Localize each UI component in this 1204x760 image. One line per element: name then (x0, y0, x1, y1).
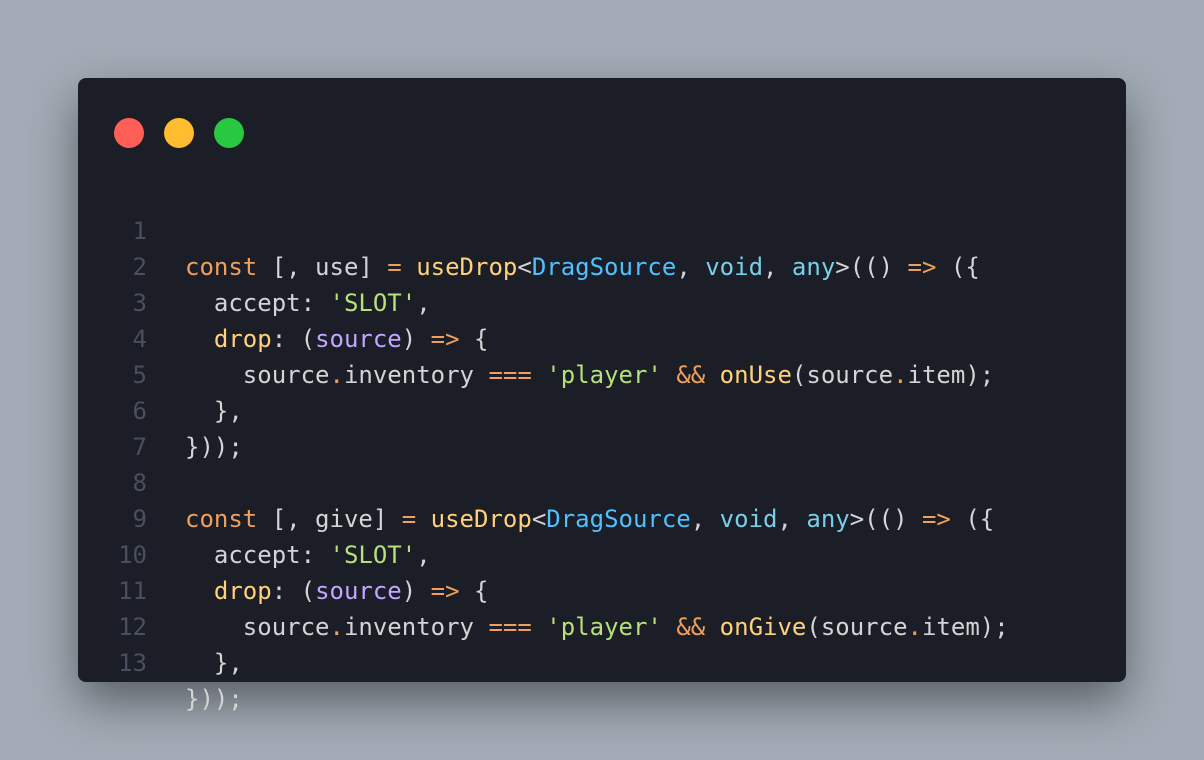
code-text: })); (185, 685, 243, 713)
code-text: }, (185, 649, 243, 677)
code-line: 3 drop: (source) => { (78, 249, 1126, 353)
code-line: 1 const [, use] = useDrop<DragSource, vo… (78, 177, 1126, 281)
minimize-button[interactable] (164, 118, 194, 148)
code-block: 1 const [, use] = useDrop<DragSource, vo… (78, 177, 1126, 713)
code-line: 5 }, (78, 321, 1126, 425)
maximize-button[interactable] (214, 118, 244, 148)
code-line: 12 }, (78, 573, 1126, 677)
code-line: 13 })); (78, 609, 1126, 713)
close-button[interactable] (114, 118, 144, 148)
code-window: 1 const [, use] = useDrop<DragSource, vo… (78, 78, 1126, 713)
code-line: 11 source.inventory === 'player' && onGi… (78, 537, 1126, 641)
code-line: 10 drop: (source) => { (78, 501, 1126, 605)
code-line: 4 source.inventory === 'player' && onUse… (78, 285, 1126, 389)
code-line: 8 const [, give] = useDrop<DragSource, v… (78, 429, 1126, 533)
code-line: 6 })); (78, 357, 1126, 461)
code-line: 9 accept: 'SLOT', (78, 465, 1126, 569)
code-line: 2 accept: 'SLOT', (78, 213, 1126, 317)
line-number: 13 (118, 649, 147, 677)
code-line: 7 (78, 393, 1126, 461)
